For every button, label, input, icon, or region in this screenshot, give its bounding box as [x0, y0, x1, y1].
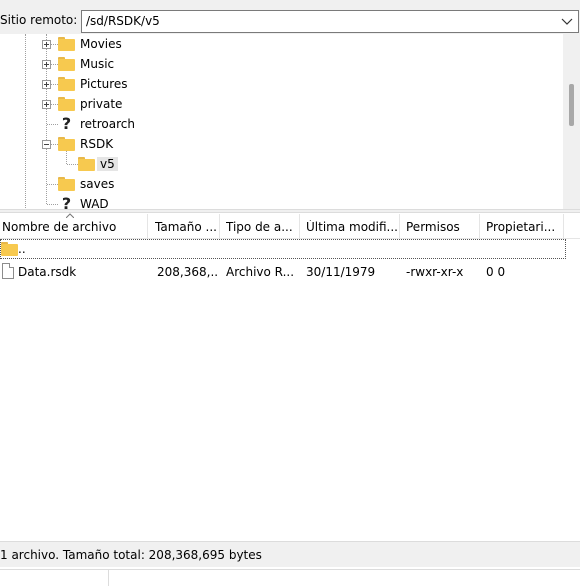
- tree-item-label: Movies: [80, 37, 122, 51]
- tree-item-rsdk[interactable]: RSDK: [0, 134, 560, 154]
- tree-item-label: private: [80, 97, 123, 111]
- folder-icon: [58, 37, 75, 51]
- folder-icon: [78, 157, 95, 171]
- unknown-folder-icon: ?: [58, 116, 75, 132]
- collapse-icon[interactable]: [42, 140, 51, 149]
- expand-icon[interactable]: [42, 60, 51, 69]
- column-header-size[interactable]: Tamaño ...: [148, 214, 220, 239]
- file-size: 208,368,...: [157, 265, 217, 279]
- file-list-header: Nombre de archivo Tamaño ... Tipo de a..…: [0, 213, 580, 239]
- status-text: 1 archivo. Tamaño total: 208,368,695 byt…: [0, 548, 262, 562]
- column-header-modified[interactable]: Última modifi...: [300, 214, 400, 239]
- tree-scrollbar[interactable]: [563, 34, 580, 210]
- tree-item-label: Music: [80, 57, 115, 71]
- tree-item-saves[interactable]: saves: [0, 174, 560, 194]
- folder-icon: [58, 177, 75, 191]
- remote-path-combobox[interactable]: /sd/RSDK/v5: [81, 10, 579, 33]
- folder-icon: [58, 97, 75, 111]
- tree-item-retroarch[interactable]: ? retroarch: [0, 114, 560, 134]
- file-type: Archivo R...: [226, 265, 295, 279]
- folder-icon: [58, 137, 75, 151]
- divider: [108, 570, 109, 586]
- file-list: .. Data.rsdk 208,368,... Archivo R... 30…: [0, 239, 580, 539]
- status-bar: 1 archivo. Tamaño total: 208,368,695 byt…: [0, 541, 580, 567]
- remote-directory-tree: Movies Music Pictures private ? retroarc…: [0, 34, 580, 210]
- tree-item-v5[interactable]: v5: [0, 154, 560, 174]
- tree-item-pictures[interactable]: Pictures: [0, 74, 560, 94]
- file-name: Data.rsdk: [18, 265, 77, 279]
- column-header-owner[interactable]: Propietari...: [480, 214, 564, 239]
- tree-item-music[interactable]: Music: [0, 54, 560, 74]
- expand-icon[interactable]: [42, 100, 51, 109]
- parent-directory-row[interactable]: ..: [0, 239, 566, 259]
- tree-item-label: retroarch: [80, 117, 135, 131]
- tree-item-private[interactable]: private: [0, 94, 560, 114]
- folder-icon: [1, 242, 18, 256]
- file-modified: 30/11/1979: [306, 265, 376, 279]
- column-header-type[interactable]: Tipo de a...: [220, 214, 300, 239]
- file-icon: [2, 263, 14, 279]
- unknown-folder-icon: ?: [58, 196, 75, 210]
- tree-item-wad[interactable]: ? WAD: [0, 194, 560, 210]
- column-header-permissions[interactable]: Permisos: [400, 214, 480, 239]
- pane-splitter[interactable]: [0, 209, 580, 213]
- tree-item-label: v5: [97, 157, 118, 171]
- file-owner: 0 0: [486, 265, 506, 279]
- expand-icon[interactable]: [42, 40, 51, 49]
- tree-item-label: RSDK: [80, 137, 114, 151]
- remote-site-label: Sitio remoto:: [0, 13, 78, 27]
- remote-path-value: /sd/RSDK/v5: [86, 14, 160, 28]
- tree-scrollbar-thumb[interactable]: [569, 84, 574, 126]
- column-header-name[interactable]: Nombre de archivo: [0, 214, 148, 239]
- expand-icon[interactable]: [42, 80, 51, 89]
- chevron-down-icon[interactable]: [560, 14, 574, 28]
- file-name: ..: [18, 242, 26, 256]
- folder-icon: [58, 77, 75, 91]
- file-permissions: -rwxr-xr-x: [406, 265, 464, 279]
- table-row[interactable]: Data.rsdk 208,368,... Archivo R... 30/11…: [0, 261, 566, 281]
- tree-item-label: saves: [80, 177, 115, 191]
- tree-item-movies[interactable]: Movies: [0, 34, 560, 54]
- bottom-strip: [0, 569, 580, 586]
- tree-item-label: Pictures: [80, 77, 128, 91]
- folder-icon: [58, 57, 75, 71]
